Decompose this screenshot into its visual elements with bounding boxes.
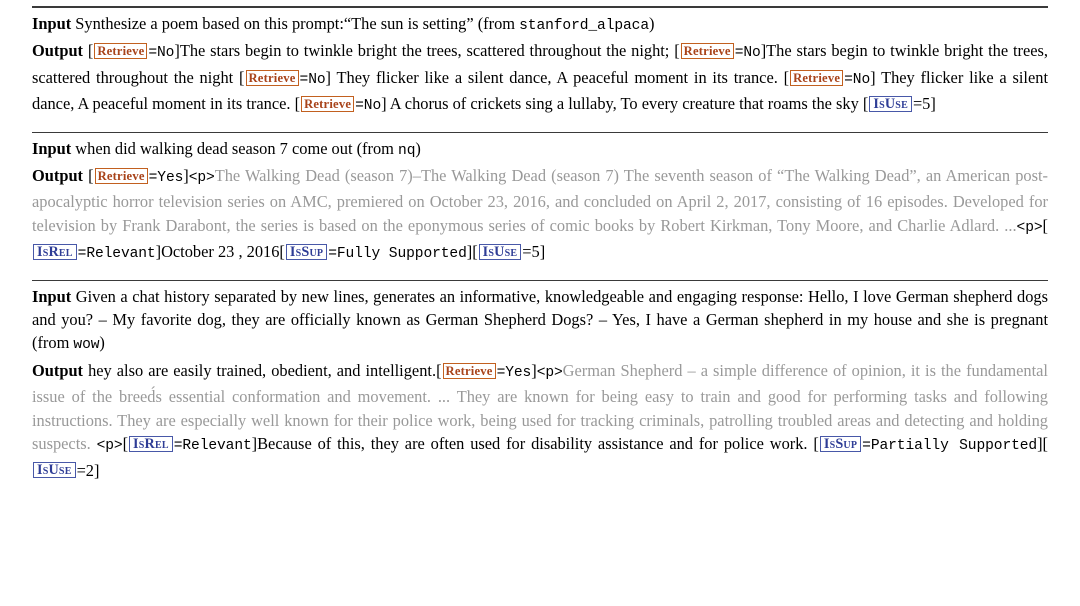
input-text: Given a chat history separated by new li… <box>32 286 1048 353</box>
example-block: Input Synthesize a poem based on this pr… <box>32 8 1048 125</box>
input-source-dataset: stanford_alpaca <box>519 18 649 34</box>
bracket: [ <box>239 67 245 87</box>
mono-text: =Yes <box>496 364 532 381</box>
input-source-dataset: wow <box>73 337 100 354</box>
output-text: October 23 , 2016 <box>161 242 280 262</box>
reflection-token-isrel: IsRel <box>33 243 77 260</box>
reflection-token-retrieve: Retrieve <box>790 69 844 86</box>
examples-list: Input Synthesize a poem based on this pr… <box>32 8 1048 488</box>
reflection-token-issup: IsSup <box>819 435 862 452</box>
input-text: when did walking dead season 7 come out … <box>75 138 399 158</box>
example-block: Input Given a chat history separated by … <box>32 281 1048 488</box>
mono-text: =No <box>734 45 761 62</box>
mono-text: =No <box>355 98 382 115</box>
output-text: Because of this, they are often used for… <box>257 434 814 454</box>
mono-text: =No <box>844 71 871 88</box>
bracket: [ <box>436 360 442 380</box>
reflection-token-retrieve: Retrieve <box>442 362 496 379</box>
output-paragraph: Output [Retrieve =Yes]<p>The Walking Dead… <box>32 164 1048 267</box>
bracket: [ <box>279 242 285 262</box>
reflection-token-isuse: IsUse <box>33 462 76 478</box>
output-label: Output <box>32 360 84 380</box>
bracket: [ <box>294 94 301 114</box>
output-label: Output <box>32 166 84 186</box>
bracket: [ <box>862 94 869 114</box>
mono-text: <p> <box>96 438 123 455</box>
output-paragraph: Output hey also are easily trained, obed… <box>32 359 1048 482</box>
input-text: Synthesize a poem based on this prompt:“… <box>75 14 520 33</box>
input-paragraph: Input when did walking dead season 7 com… <box>32 137 1048 163</box>
reflection-token-retrieve: Retrieve <box>680 43 734 60</box>
bracket: ] <box>539 242 546 262</box>
mono-text: =Yes <box>148 170 184 187</box>
output-text: They flicker like a silent dance, A peac… <box>331 67 784 87</box>
input-label: Input <box>32 138 72 158</box>
output-text: The stars begin to twinkle bright the tr… <box>179 41 675 61</box>
example-block: Input when did walking dead season 7 com… <box>32 133 1048 273</box>
bracket: [ <box>87 41 94 61</box>
bracket: [ <box>1042 434 1049 454</box>
output-text: =2 <box>76 460 95 480</box>
output-label: Output <box>32 41 84 61</box>
bracket: [ <box>122 434 129 454</box>
bracket: ] <box>94 460 100 480</box>
input-close-paren: ) <box>99 333 105 353</box>
mono-text: =Partially Supported <box>862 438 1038 455</box>
reflection-token-retrieve: Retrieve <box>94 43 148 60</box>
mono-text: =Relevant <box>77 246 156 263</box>
bracket: ] <box>930 94 936 114</box>
mono-text: =Relevant <box>173 438 252 455</box>
reflection-token-issup: IsSup <box>285 243 328 260</box>
mono-text: <p> <box>188 170 215 187</box>
bracket: [ <box>472 242 478 262</box>
reflection-token-retrieve: Retrieve <box>301 96 355 113</box>
examples-page: Input Synthesize a poem based on this pr… <box>0 6 1080 606</box>
reflection-token-retrieve: Retrieve <box>94 168 148 185</box>
output-text: A chorus of crickets sing a lullaby, To … <box>386 94 863 114</box>
mono-text: =No <box>148 45 175 62</box>
output-text: hey also are easily trained, obedient, a… <box>88 360 437 380</box>
input-label: Input <box>32 14 72 33</box>
output-text: =5 <box>522 242 540 262</box>
bracket: [ <box>783 67 790 87</box>
bracket: [ <box>88 166 94 186</box>
bracket: [ <box>1042 215 1048 235</box>
mono-text: <p> <box>1016 219 1043 236</box>
output-paragraph: Output [Retrieve =No]The stars begin to t… <box>32 39 1048 118</box>
reflection-token-isrel: IsRel <box>129 435 173 452</box>
mono-text: =Fully Supported <box>328 246 467 263</box>
input-close-paren: ) <box>649 14 655 33</box>
input-paragraph: Input Given a chat history separated by … <box>32 285 1048 358</box>
bracket: [ <box>813 434 819 454</box>
reflection-token-isuse: IsUse <box>478 243 522 260</box>
output-text: =5 <box>912 94 931 114</box>
mono-text: <p> <box>536 364 563 381</box>
mono-text: =No <box>299 71 326 88</box>
input-label: Input <box>32 286 72 306</box>
input-source-dataset: nq <box>398 142 416 159</box>
bracket: [ <box>674 41 680 61</box>
reflection-token-isuse: IsUse <box>869 95 912 112</box>
input-paragraph: Input Synthesize a poem based on this pr… <box>32 12 1048 38</box>
reflection-token-retrieve: Retrieve <box>245 69 299 86</box>
input-close-paren: ) <box>415 138 421 158</box>
